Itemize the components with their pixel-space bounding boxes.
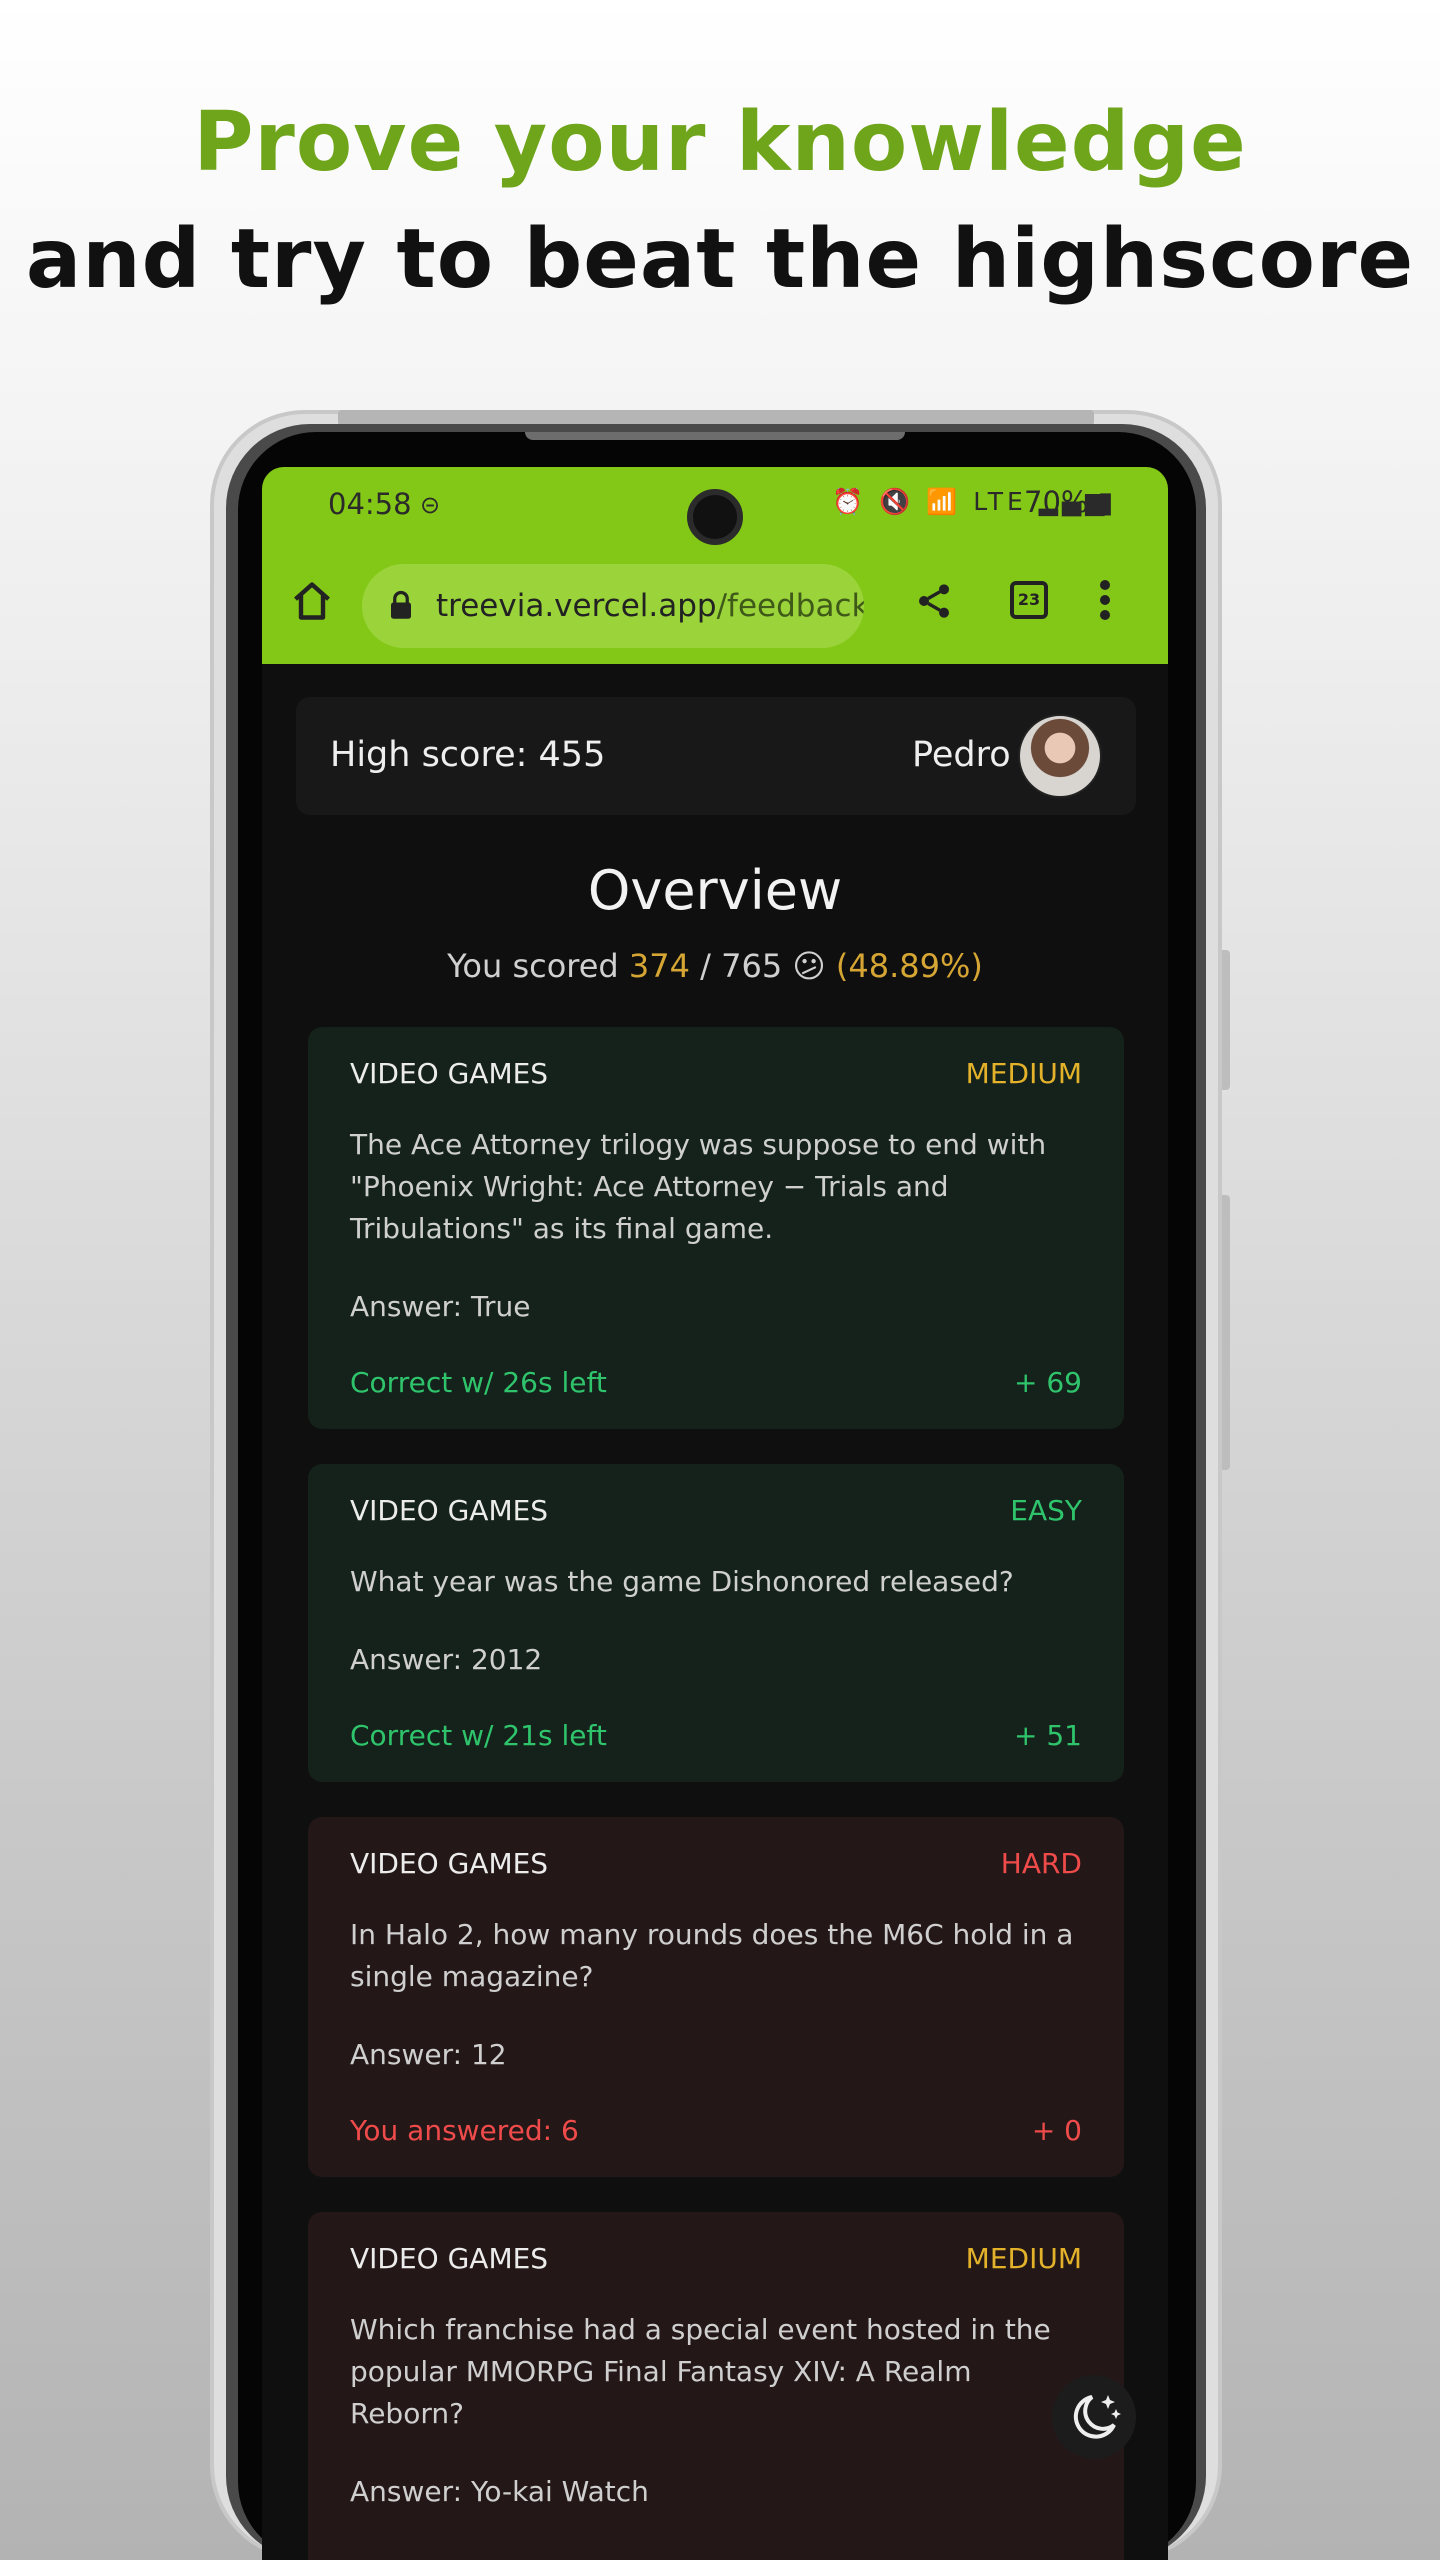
result-text: You answered: 6: [350, 2114, 579, 2147]
lock-icon: [391, 590, 411, 619]
points-earned: + 51: [1014, 1719, 1082, 1752]
phone-power-button: [1222, 950, 1230, 1090]
question-text: Which franchise had a special event host…: [350, 2313, 1051, 2430]
avatar[interactable]: [1018, 714, 1102, 798]
difficulty-badge: MEDIUM: [965, 1057, 1082, 1090]
share-icon[interactable]: [914, 579, 954, 623]
difficulty-badge: MEDIUM: [965, 2242, 1082, 2275]
question-card: VIDEO GAMES MEDIUM Which franchise had a…: [308, 2212, 1124, 2560]
question-category: VIDEO GAMES: [350, 2242, 549, 2275]
answer-text: Answer: True: [350, 1290, 531, 1323]
username[interactable]: Pedro: [912, 735, 1011, 775]
question-text: The Ace Attorney trilogy was suppose to …: [350, 1128, 1047, 1245]
headline-title: Prove your knowledge: [193, 95, 1247, 190]
question-category: VIDEO GAMES: [350, 1494, 549, 1527]
url-text: treevia.vercel.app/feedback: [436, 588, 864, 624]
dnd-icon: ⊝: [420, 491, 441, 519]
tabs-icon[interactable]: 23: [1010, 581, 1048, 619]
phone-volume-button: [1222, 1195, 1230, 1470]
answer-text: Answer: Yo-kai Watch: [350, 2475, 649, 2508]
question-text: In Halo 2, how many rounds does the M6C …: [350, 1918, 1074, 1993]
status-time: 04:58: [328, 487, 412, 521]
question-card: VIDEO GAMES HARD In Halo 2, how many rou…: [308, 1817, 1124, 2177]
question-category: VIDEO GAMES: [350, 1057, 549, 1090]
question-text: What year was the game Dishonored releas…: [350, 1565, 1014, 1598]
high-score: High score: 455: [330, 735, 606, 775]
address-bar[interactable]: treevia.vercel.app/feedback: [362, 564, 864, 648]
user-header: High score: 455 Pedro: [296, 697, 1136, 815]
status-bar: 04:58 ⊝ ⏰ 🔇 📶 LTE ▂▄▆ 70% ▮: [262, 467, 1168, 547]
points-earned: + 69: [1014, 1366, 1082, 1399]
more-vert-icon[interactable]: [1100, 577, 1110, 623]
phone-speaker: [525, 432, 905, 440]
battery-level: 70% ▮: [1024, 485, 1114, 519]
question-category: VIDEO GAMES: [350, 1847, 549, 1880]
browser-toolbar: treevia.vercel.app/feedback 23: [262, 547, 1168, 664]
theme-toggle-button[interactable]: [1052, 2375, 1136, 2459]
front-camera: [687, 489, 743, 545]
points-earned: + 0: [1031, 2114, 1082, 2147]
question-card: VIDEO GAMES EASY What year was the game …: [308, 1464, 1124, 1782]
result-text: Correct w/ 26s left: [350, 1366, 607, 1399]
page-title: Overview: [587, 859, 843, 922]
moon-stars-icon: [1073, 2395, 1121, 2439]
phone-screen: 04:58 ⊝ ⏰ 🔇 📶 LTE ▂▄▆ 70% ▮ treevia.verc…: [262, 467, 1168, 2560]
home-icon[interactable]: [290, 579, 334, 623]
answer-text: Answer: 2012: [350, 1643, 543, 1676]
question-card: VIDEO GAMES MEDIUM The Ace Attorney tril…: [308, 1027, 1124, 1429]
answer-text: Answer: 12: [350, 2038, 507, 2071]
headline-subtitle: and try to beat the highscore: [25, 212, 1415, 307]
result-text: Correct w/ 21s left: [350, 1719, 607, 1752]
difficulty-badge: EASY: [1010, 1494, 1082, 1527]
score-summary: You scored 374 / 765 😕 (48.89%): [447, 947, 983, 985]
difficulty-badge: HARD: [1000, 1847, 1082, 1880]
